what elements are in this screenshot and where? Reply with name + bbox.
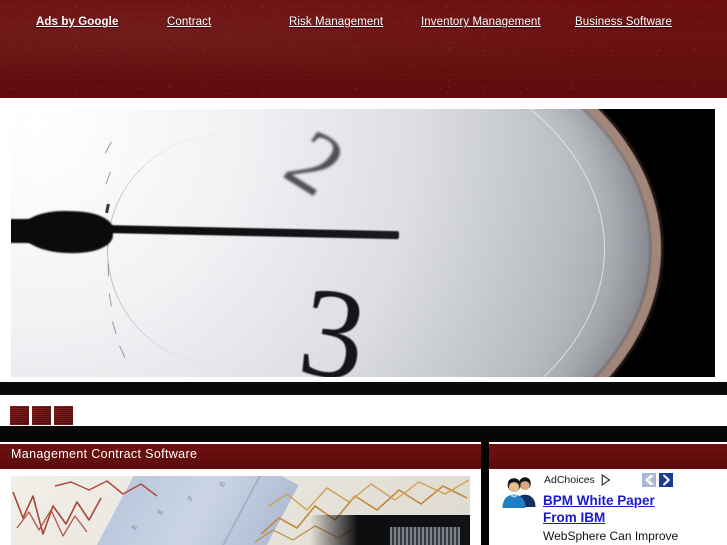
risk-management-link[interactable]: Risk Management	[289, 13, 383, 32]
top-divider-bar	[0, 382, 727, 395]
ad-description-text: WebSphere Can Improve	[543, 529, 679, 543]
ad-prev-button[interactable]	[642, 473, 656, 487]
inventory-management-link[interactable]: Inventory Management	[421, 13, 541, 32]
adchoices-row: AdChoices	[544, 473, 724, 489]
right-section-header-bar	[489, 444, 727, 469]
chevron-right-icon	[663, 474, 670, 486]
banner-region: 2 3	[0, 98, 727, 382]
chevron-left-icon	[645, 474, 655, 486]
column-divider	[481, 442, 489, 545]
color-swatch-1[interactable]	[10, 406, 29, 425]
mid-divider-bar	[0, 426, 727, 442]
right-sidebar-column: AdChoices BPM White Paper From IBM WebSp…	[489, 442, 727, 545]
content-area: Management Contract Software 50 51 52 49	[0, 442, 727, 545]
ad-headline-line-2[interactable]: From IBM	[543, 510, 605, 526]
adchoices-label[interactable]: AdChoices	[544, 473, 595, 487]
ad-next-button[interactable]	[659, 473, 673, 487]
page-title: Management Contract Software	[11, 447, 198, 461]
adchoices-arrow-icon[interactable]	[601, 474, 611, 486]
clock-hand-tail	[11, 219, 41, 243]
business-software-link[interactable]: Business Software	[575, 13, 672, 32]
chart-photo-thumbnail: 50 51 52 49	[11, 476, 470, 545]
color-swatch-2[interactable]	[32, 406, 51, 425]
contract-link[interactable]: Contract	[167, 13, 211, 32]
clock-banner-image: 2 3	[11, 109, 715, 377]
ads-by-google-link[interactable]: Ads by Google	[36, 13, 118, 32]
ads-header-banner: Ads by Google Contract Risk Management I…	[0, 0, 727, 98]
color-swatch-strip	[0, 395, 727, 426]
color-swatch-3[interactable]	[54, 406, 73, 425]
chart-photo-keyboard-detail	[390, 527, 460, 545]
ads-links-row: Ads by Google Contract Risk Management I…	[0, 13, 727, 35]
people-icon	[502, 477, 536, 508]
left-content-column: Management Contract Software 50 51 52 49	[0, 442, 481, 545]
ad-headline-line-1[interactable]: BPM White Paper	[543, 493, 655, 509]
